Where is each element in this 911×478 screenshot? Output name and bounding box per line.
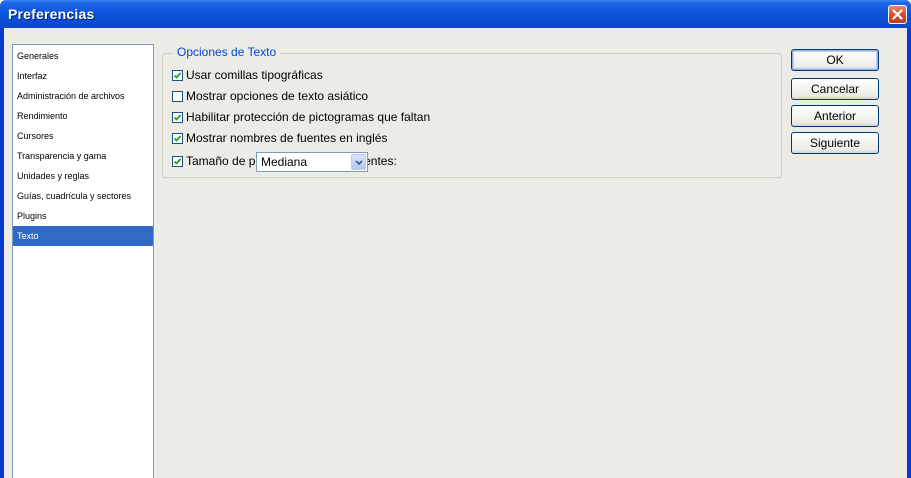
checkmark-icon — [173, 113, 182, 121]
preferences-window: Preferencias Generales Interfaz Administ… — [0, 0, 911, 478]
close-icon — [892, 9, 903, 20]
sidebar-item-unidades-y-reglas[interactable]: Unidades y reglas — [13, 166, 153, 186]
missing-glyph-protection-checkbox[interactable] — [172, 111, 183, 123]
checkmark-icon — [173, 71, 182, 79]
checkmark-icon — [173, 157, 182, 165]
smart-quotes-label: Usar comillas tipográficas — [186, 68, 323, 82]
option-asian-text[interactable]: Mostrar opciones de texto asiático — [172, 88, 368, 104]
sidebar-item-plugins[interactable]: Plugins — [13, 206, 153, 226]
window-content: Generales Interfaz Administración de arc… — [4, 28, 907, 478]
sidebar-item-generales[interactable]: Generales — [13, 46, 153, 66]
sidebar-item-administracion-de-archivos[interactable]: Administración de archivos — [13, 86, 153, 106]
ok-button[interactable]: OK — [791, 49, 879, 71]
text-options-group-title: Opciones de Texto — [173, 45, 281, 59]
english-font-names-label: Mostrar nombres de fuentes en inglés — [186, 131, 388, 145]
checkmark-icon — [173, 134, 182, 142]
preferences-category-list[interactable]: Generales Interfaz Administración de arc… — [12, 44, 154, 478]
sidebar-item-texto[interactable]: Texto — [13, 226, 153, 246]
missing-glyph-protection-label: Habilitar protección de pictogramas que … — [186, 110, 431, 124]
close-button[interactable] — [888, 5, 907, 24]
sidebar-item-interfaz[interactable]: Interfaz — [13, 66, 153, 86]
cancel-button[interactable]: Cancelar — [791, 78, 879, 100]
chevron-down-icon — [355, 160, 363, 166]
dropdown-arrow-button[interactable] — [351, 154, 366, 170]
asian-text-checkbox[interactable] — [172, 90, 183, 102]
option-missing-glyph-protection[interactable]: Habilitar protección de pictogramas que … — [172, 109, 430, 125]
title-bar[interactable]: Preferencias — [0, 0, 911, 28]
option-english-font-names[interactable]: Mostrar nombres de fuentes en inglés — [172, 130, 387, 146]
font-preview-size-value: Mediana — [261, 155, 308, 169]
asian-text-label: Mostrar opciones de texto asiático — [186, 89, 369, 103]
previous-button[interactable]: Anterior — [791, 105, 879, 127]
english-font-names-checkbox[interactable] — [172, 132, 183, 144]
option-smart-quotes[interactable]: Usar comillas tipográficas — [172, 67, 323, 83]
sidebar-item-transparencia-y-gama[interactable]: Transparencia y gama — [13, 146, 153, 166]
text-options-group: Opciones de Texto Usar comillas tipográf… — [162, 45, 782, 178]
font-preview-size-checkbox[interactable] — [172, 155, 183, 167]
sidebar-item-rendimiento[interactable]: Rendimiento — [13, 106, 153, 126]
next-button[interactable]: Siguiente — [791, 132, 879, 154]
font-preview-size-select[interactable]: Mediana — [256, 152, 368, 172]
window-title: Preferencias — [8, 6, 95, 22]
smart-quotes-checkbox[interactable] — [172, 69, 183, 81]
sidebar-item-cursores[interactable]: Cursores — [13, 126, 153, 146]
sidebar-item-guias-cuadricula-y-sectores[interactable]: Guías, cuadrícula y sectores — [13, 186, 153, 206]
